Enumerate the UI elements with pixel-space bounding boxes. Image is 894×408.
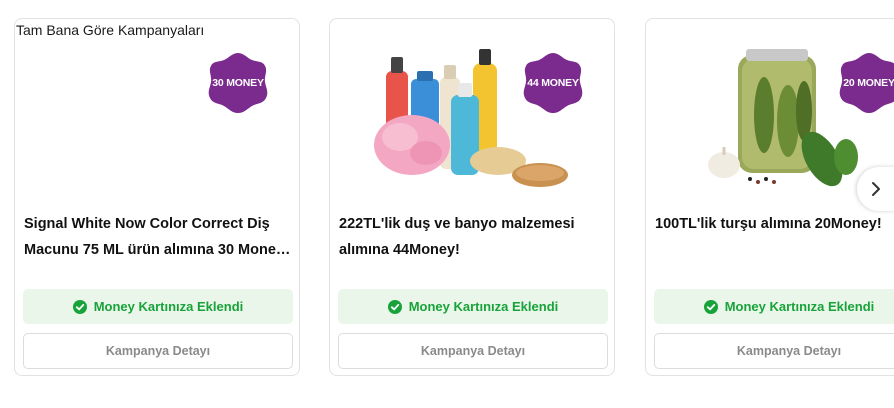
campaign-detail-button[interactable]: Kampanya Detayı (654, 333, 894, 369)
badge-label: 44 MONEY (527, 77, 579, 89)
status-added: Money Kartınıza Eklendi (23, 289, 293, 324)
money-badge: 30 MONEY (207, 52, 269, 114)
money-badge: 20 MONEY (838, 52, 894, 114)
status-label: Money Kartınıza Eklendi (93, 299, 244, 314)
check-circle-icon (387, 299, 402, 314)
campaign-card[interactable]: Tam Bana Göre Kampanyaları 30 MONEY Sign… (14, 18, 300, 376)
money-badge: 44 MONEY (522, 52, 584, 114)
check-circle-icon (703, 299, 718, 314)
status-label: Money Kartınıza Eklendi (724, 299, 875, 314)
campaign-detail-button[interactable]: Kampanya Detayı (338, 333, 608, 369)
check-circle-icon (72, 299, 87, 314)
campaign-card[interactable]: 20 MONEY 100TL'lik turşu alımına 20Money… (645, 18, 894, 376)
status-label: Money Kartınıza Eklendi (408, 299, 559, 314)
campaign-title: Signal White Now Color Correct Diş Macun… (24, 216, 284, 258)
status-added: Money Kartınıza Eklendi (654, 289, 894, 324)
badge-label: 30 MONEY (212, 77, 264, 89)
section-title: Tam Bana Göre Kampanyaları (16, 22, 205, 38)
status-added: Money Kartınıza Eklendi (338, 289, 608, 324)
campaign-title: 100TL'lik turşu alımına 20Money! (655, 216, 882, 232)
chevron-right-icon (872, 182, 880, 196)
campaign-detail-button[interactable]: Kampanya Detayı (23, 333, 293, 369)
badge-label: 20 MONEY (843, 77, 894, 89)
campaign-title: 222TL'lik duş ve banyo malzemesi alımına… (339, 216, 575, 258)
campaign-card[interactable]: 44 MONEY 222TL'lik duş ve banyo malzemes… (329, 18, 615, 376)
campaign-carousel: Tam Bana Göre Kampanyaları 30 MONEY Sign… (0, 0, 894, 408)
carousel-next-button[interactable] (857, 167, 894, 211)
